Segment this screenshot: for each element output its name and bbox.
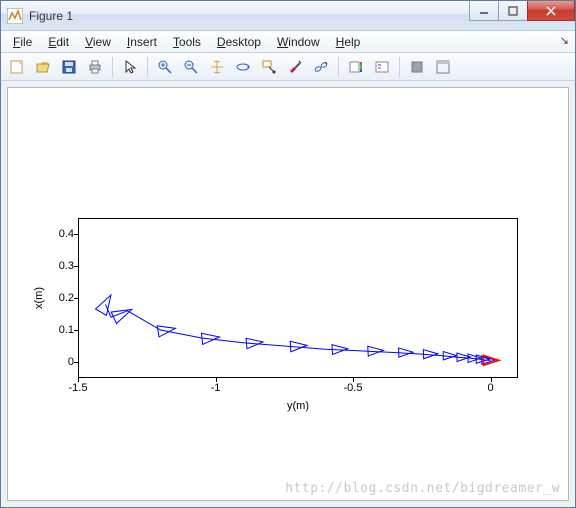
x-tick-label: -1 bbox=[211, 382, 221, 394]
app-icon bbox=[7, 8, 23, 24]
titlebar[interactable]: Figure 1 bbox=[1, 1, 575, 31]
pointer-button[interactable] bbox=[118, 56, 142, 78]
open-button[interactable] bbox=[31, 56, 55, 78]
rotate3d-button[interactable] bbox=[231, 56, 255, 78]
y-tick-label: 0 bbox=[34, 356, 74, 368]
menu-desktop[interactable]: Desktop bbox=[209, 33, 269, 51]
x-axis-label: y(m) bbox=[287, 400, 309, 412]
y-tick-label: 0.3 bbox=[34, 260, 74, 272]
save-button[interactable] bbox=[57, 56, 81, 78]
axes[interactable]: x(m) y(m) 00.10.20.30.4 -1.5-1-0.50 bbox=[78, 218, 518, 378]
window-controls bbox=[470, 1, 575, 21]
print-button[interactable] bbox=[83, 56, 107, 78]
toolbar-separator bbox=[338, 57, 339, 77]
menubar: File Edit View Insert Tools Desktop Wind… bbox=[1, 31, 575, 53]
brush-button[interactable] bbox=[283, 56, 307, 78]
data-cursor-button[interactable] bbox=[257, 56, 281, 78]
x-tick-label: 0 bbox=[487, 382, 493, 394]
toolbar-separator bbox=[112, 57, 113, 77]
window-title: Figure 1 bbox=[29, 9, 73, 23]
menu-tools[interactable]: Tools bbox=[165, 33, 209, 51]
menu-insert[interactable]: Insert bbox=[119, 33, 165, 51]
minimize-button[interactable] bbox=[469, 1, 499, 21]
menu-window[interactable]: Window bbox=[269, 33, 328, 51]
figure-canvas[interactable]: x(m) y(m) 00.10.20.30.4 -1.5-1-0.50 http… bbox=[7, 87, 569, 501]
dock-corner-icon[interactable]: ↘ bbox=[560, 34, 569, 47]
y-tick-label: 0.2 bbox=[34, 292, 74, 304]
zoom-out-button[interactable] bbox=[179, 56, 203, 78]
menu-view[interactable]: View bbox=[77, 33, 119, 51]
insert-colorbar-button[interactable] bbox=[344, 56, 368, 78]
y-tick-label: 0.1 bbox=[34, 324, 74, 336]
menu-help[interactable]: Help bbox=[328, 33, 369, 51]
toolbar-separator bbox=[147, 57, 148, 77]
close-button[interactable] bbox=[527, 1, 575, 21]
dock-button[interactable] bbox=[431, 56, 455, 78]
link-data-button[interactable] bbox=[309, 56, 333, 78]
y-tick-label: 0.4 bbox=[34, 228, 74, 240]
toolbar-separator bbox=[399, 57, 400, 77]
menu-file[interactable]: File bbox=[5, 33, 40, 51]
hide-tools-button[interactable] bbox=[405, 56, 429, 78]
new-figure-button[interactable] bbox=[5, 56, 29, 78]
menu-edit[interactable]: Edit bbox=[40, 33, 77, 51]
plot-content bbox=[78, 218, 518, 378]
figure-window: Figure 1 File Edit View Insert Tools Des… bbox=[0, 0, 576, 508]
insert-legend-button[interactable] bbox=[370, 56, 394, 78]
maximize-button[interactable] bbox=[498, 1, 528, 21]
pan-button[interactable] bbox=[205, 56, 229, 78]
x-tick-label: -0.5 bbox=[344, 382, 363, 394]
watermark-text: http://blog.csdn.net/bigdreamer_w bbox=[285, 481, 560, 496]
zoom-in-button[interactable] bbox=[153, 56, 177, 78]
toolbar bbox=[1, 53, 575, 81]
x-tick-label: -1.5 bbox=[69, 382, 88, 394]
figure-area: x(m) y(m) 00.10.20.30.4 -1.5-1-0.50 http… bbox=[1, 81, 575, 507]
